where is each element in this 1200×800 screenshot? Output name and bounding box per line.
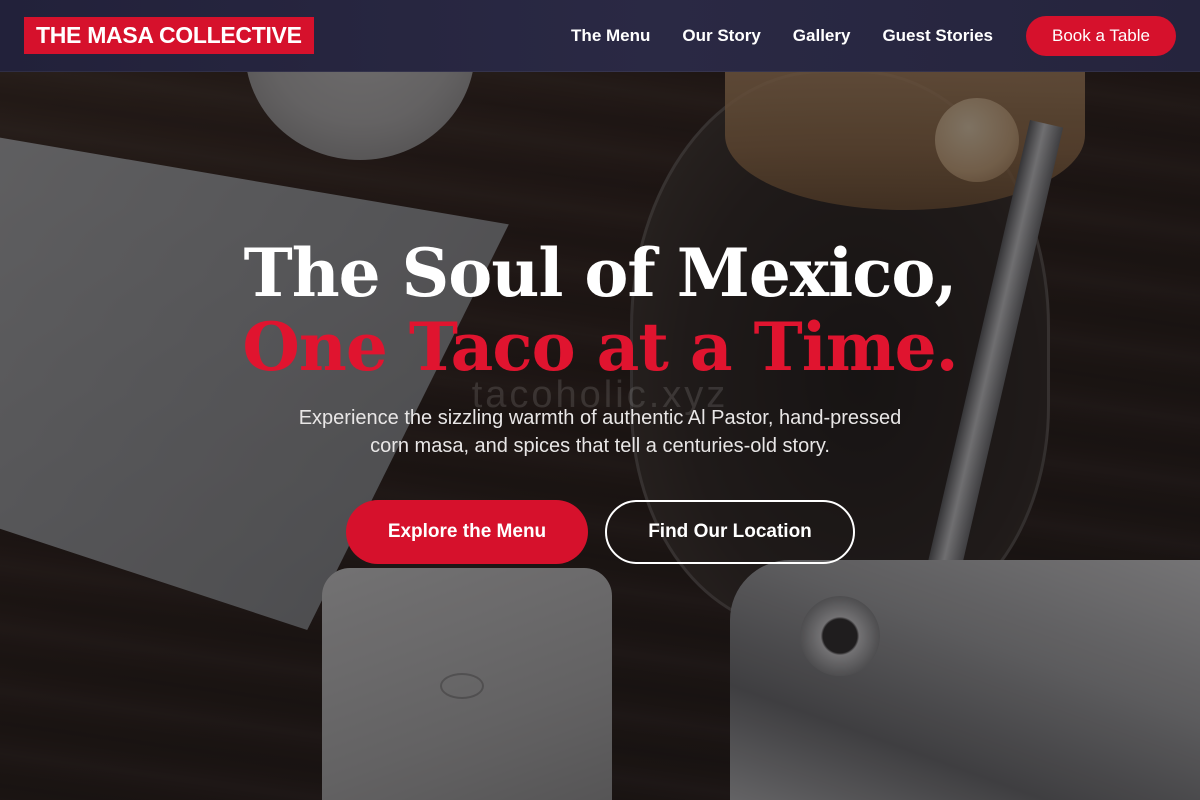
site-watermark: tacoholic.xyz <box>471 374 729 416</box>
top-navbar: THE MASA COLLECTIVE The Menu Our Story G… <box>0 0 1200 72</box>
nav-link-our-story[interactable]: Our Story <box>682 26 760 46</box>
cta-row: Explore the Menu Find Our Location <box>0 500 1200 564</box>
headline-line-1: The Soul of Mexico, <box>243 234 958 312</box>
brand-logo[interactable]: THE MASA COLLECTIVE <box>24 17 314 54</box>
hero-content: The Soul of Mexico, One Taco at a Time. … <box>0 236 1200 460</box>
explore-menu-button[interactable]: Explore the Menu <box>346 500 588 564</box>
nav-link-menu[interactable]: The Menu <box>571 26 650 46</box>
find-location-button[interactable]: Find Our Location <box>605 500 855 564</box>
nav-link-guest-stories[interactable]: Guest Stories <box>882 26 993 46</box>
book-table-button[interactable]: Book a Table <box>1026 16 1176 56</box>
nav-link-gallery[interactable]: Gallery <box>793 26 851 46</box>
hero-headline: The Soul of Mexico, One Taco at a Time. <box>0 236 1200 384</box>
headline-line-2: One Taco at a Time. <box>242 308 958 386</box>
hero-section: The Soul of Mexico, One Taco at a Time. … <box>0 0 1200 800</box>
nav-links: The Menu Our Story Gallery Guest Stories <box>571 0 993 72</box>
